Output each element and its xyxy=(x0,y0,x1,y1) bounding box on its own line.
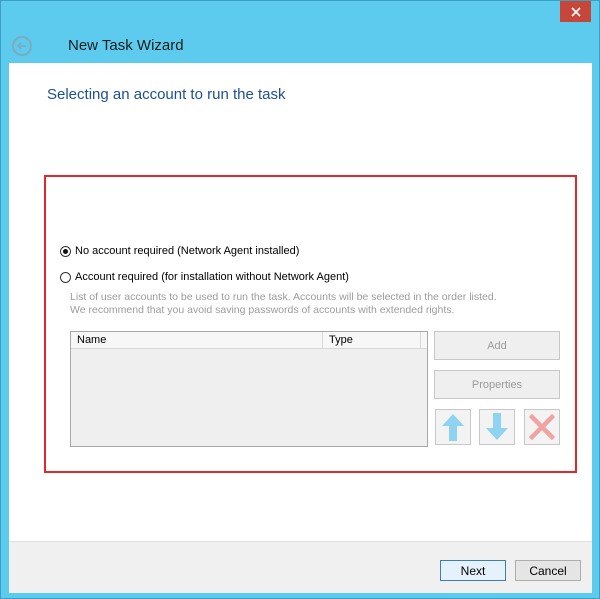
delete-x-icon xyxy=(529,414,555,440)
list-header: Name Type xyxy=(71,332,427,349)
hint-line-2: We recommend that you avoid saving passw… xyxy=(70,304,455,316)
move-up-button[interactable] xyxy=(435,409,471,445)
radio-account-required-label: Account required (for installation witho… xyxy=(75,271,349,283)
footer-bar: Next Cancel xyxy=(9,541,592,593)
account-selection-panel: No account required (Network Agent insta… xyxy=(44,175,577,473)
wizard-window: New Task Wizard Selecting an account to … xyxy=(0,0,600,599)
back-button[interactable] xyxy=(12,36,32,56)
add-button[interactable]: Add xyxy=(434,331,560,360)
accounts-list[interactable]: Name Type xyxy=(70,331,428,447)
title-bar: New Task Wizard xyxy=(1,1,600,63)
page-title: Selecting an account to run the task xyxy=(47,86,286,103)
move-down-button[interactable] xyxy=(479,409,515,445)
arrow-up-icon xyxy=(442,414,464,441)
radio-button-checked[interactable] xyxy=(60,245,71,257)
accounts-hint: List of user accounts to be used to run … xyxy=(70,291,550,317)
back-arrow-icon xyxy=(16,42,26,50)
properties-button[interactable]: Properties xyxy=(434,370,560,399)
close-icon xyxy=(570,6,581,17)
arrow-down-icon xyxy=(486,413,508,440)
column-header-name[interactable]: Name xyxy=(71,332,323,348)
radio-no-account[interactable]: No account required (Network Agent insta… xyxy=(60,245,299,257)
cancel-button[interactable]: Cancel xyxy=(515,560,581,581)
column-header-type[interactable]: Type xyxy=(323,332,421,348)
hint-line-1: List of user accounts to be used to run … xyxy=(70,291,497,303)
next-button[interactable]: Next xyxy=(440,560,506,581)
wizard-content: Selecting an account to run the task No … xyxy=(9,63,592,593)
window-title: New Task Wizard xyxy=(68,37,184,54)
radio-account-required[interactable]: Account required (for installation witho… xyxy=(60,271,349,283)
radio-button-unchecked[interactable] xyxy=(60,271,71,283)
radio-no-account-label: No account required (Network Agent insta… xyxy=(75,245,300,257)
delete-button[interactable] xyxy=(524,409,560,445)
close-button[interactable] xyxy=(560,1,591,22)
